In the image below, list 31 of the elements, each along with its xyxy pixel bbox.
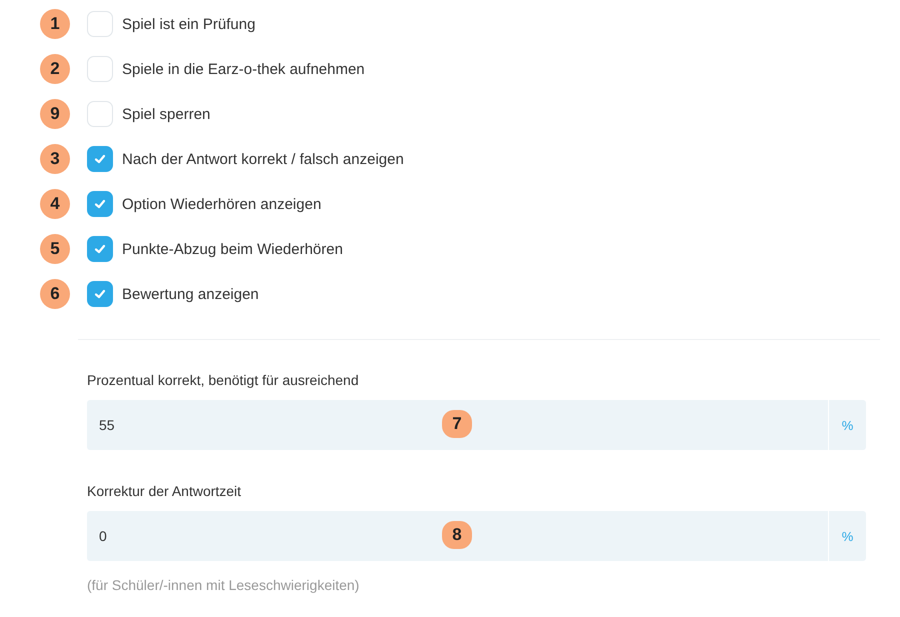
option-label: Option Wiederhören anzeigen [122, 196, 322, 212]
checkbox[interactable] [87, 146, 113, 172]
option-label: Nach der Antwort korrekt / falsch anzeigen [122, 150, 404, 168]
number-badge: 7 [442, 410, 472, 438]
input-field[interactable]: 0 % 8 [87, 511, 866, 561]
option-label: Spiele in die Earz-o-thek aufnehmen [122, 60, 365, 78]
check-icon [93, 242, 107, 256]
percent-suffix: % [828, 400, 866, 450]
number-badge: 8 [442, 521, 472, 549]
hint-text: (für Schüler/-innen mit Leseschwierigkeiten) [87, 577, 360, 593]
number-badge: 3 [40, 144, 70, 174]
number-badge: 2 [40, 54, 70, 84]
option-label: Spiel ist ein Prüfung [122, 16, 256, 32]
option-label: Spiel sperren [122, 106, 210, 122]
number-badge: 6 [40, 279, 70, 309]
checkbox[interactable] [87, 191, 113, 217]
check-icon [93, 152, 107, 166]
check-icon [93, 197, 107, 211]
field-label: Korrektur der Antwortzeit [87, 483, 242, 499]
number-badge: 4 [40, 189, 70, 219]
number-badge: 5 [40, 234, 70, 264]
number-badge: 1 [40, 9, 70, 39]
percent-suffix: % [828, 511, 866, 561]
check-icon [93, 287, 107, 301]
field-label: Prozentual korrekt, benötigt für ausreichend [87, 372, 360, 388]
checkbox[interactable] [87, 281, 113, 307]
option-label: Bewertung anzeigen [122, 286, 259, 302]
checkbox[interactable] [87, 236, 113, 262]
option-label: Punkte-Abzug beim Wiederhören [122, 240, 343, 258]
number-badge: 9 [40, 99, 70, 129]
input-field[interactable]: 55 % 7 [87, 400, 866, 450]
